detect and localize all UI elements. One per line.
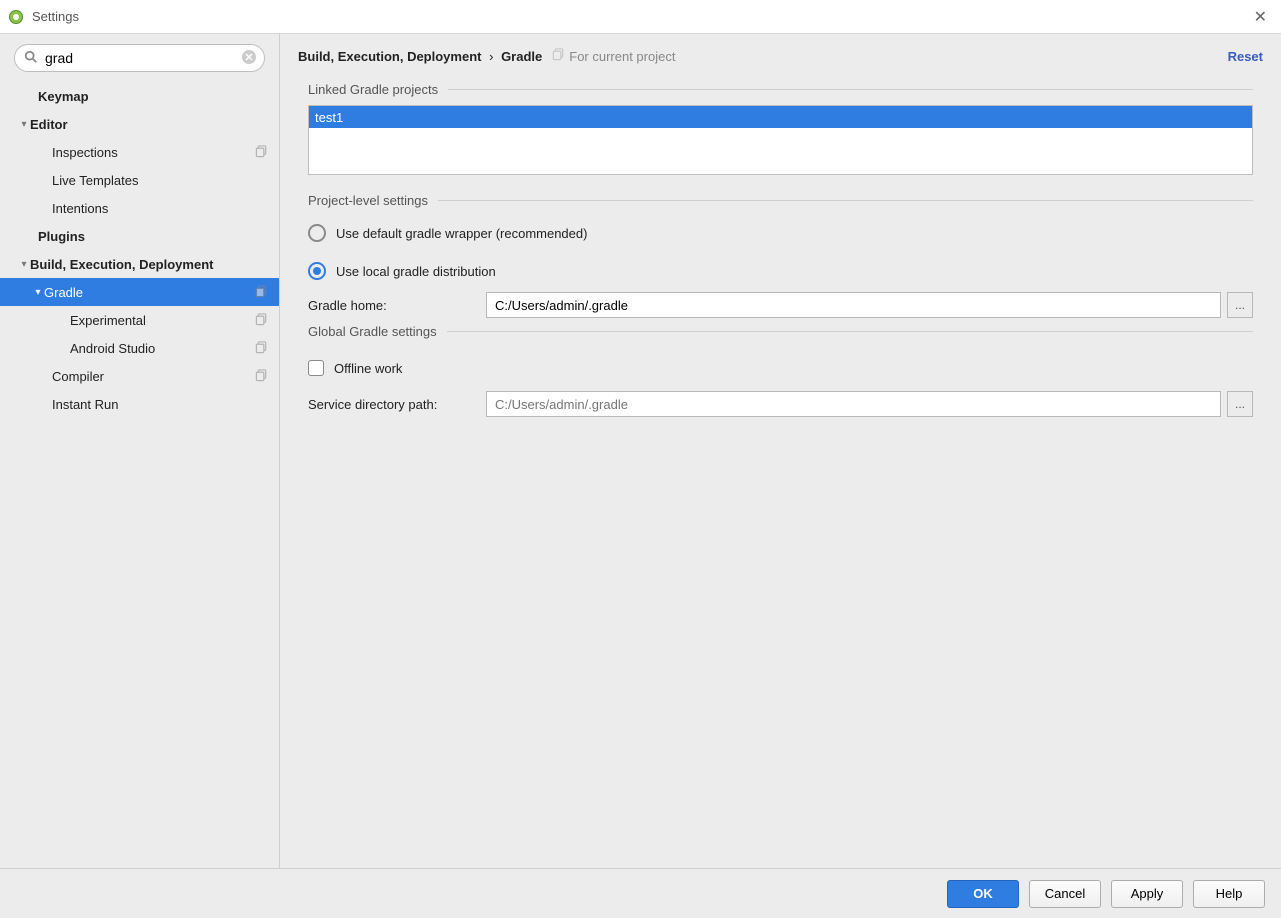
tree-item-label: Instant Run [52, 397, 279, 412]
service-dir-row: Service directory path: ... [308, 391, 1253, 417]
chevron-down-icon: ▾ [32, 287, 44, 298]
tree-item[interactable]: Instant Run [0, 390, 279, 418]
tree-item[interactable]: ▾Build, Execution, Deployment [0, 250, 279, 278]
titlebar: Settings ✕ [0, 0, 1281, 34]
section-rule [448, 89, 1253, 90]
service-dir-label: Service directory path: [308, 397, 486, 412]
checkbox-icon [308, 360, 324, 376]
tree-item-label: Gradle [44, 285, 255, 300]
tree-item-label: Inspections [52, 145, 255, 160]
search-wrap [14, 44, 265, 72]
offline-work-checkbox[interactable]: Offline work [308, 351, 1253, 385]
browse-button[interactable]: ... [1227, 391, 1253, 417]
chevron-down-icon: ▾ [18, 259, 30, 270]
scope-text: For current project [569, 49, 675, 64]
tree-item-label: Compiler [52, 369, 255, 384]
tree-item[interactable]: Intentions [0, 194, 279, 222]
tree-item[interactable]: Android Studio [0, 334, 279, 362]
main-panel: Build, Execution, Deployment › Gradle Fo… [280, 34, 1281, 868]
radio-icon [308, 262, 326, 280]
tree-item[interactable]: Plugins [0, 222, 279, 250]
tree-item-label: Build, Execution, Deployment [30, 257, 279, 272]
gradle-home-row: Gradle home: ... [308, 292, 1253, 318]
section-rule [438, 200, 1253, 201]
header-row: Build, Execution, Deployment › Gradle Fo… [298, 48, 1263, 64]
copy-icon [552, 48, 565, 64]
tree-item[interactable]: Inspections [0, 138, 279, 166]
footer: OK Cancel Apply Help [0, 868, 1281, 918]
apply-button[interactable]: Apply [1111, 880, 1183, 908]
section-label: Linked Gradle projects [308, 82, 438, 97]
section-label: Global Gradle settings [308, 324, 437, 339]
breadcrumb-sep: › [489, 49, 493, 64]
copy-icon [255, 313, 269, 327]
section-rule [447, 331, 1253, 332]
tree-item[interactable]: ▾Gradle [0, 278, 279, 306]
radio-label: Use local gradle distribution [336, 264, 496, 279]
copy-icon [255, 285, 269, 299]
section-label: Project-level settings [308, 193, 428, 208]
reset-link[interactable]: Reset [1228, 49, 1263, 64]
radio-default-wrapper[interactable]: Use default gradle wrapper (recommended) [308, 216, 1253, 250]
radio-label: Use default gradle wrapper (recommended) [336, 226, 587, 241]
app-icon [8, 9, 24, 25]
copy-icon [255, 369, 269, 383]
section-linked-projects-head: Linked Gradle projects [308, 82, 1253, 97]
radio-icon [308, 224, 326, 242]
tree-item[interactable]: ▾Editor [0, 110, 279, 138]
cancel-button[interactable]: Cancel [1029, 880, 1101, 908]
browse-button[interactable]: ... [1227, 292, 1253, 318]
tree-item[interactable]: Keymap [0, 82, 279, 110]
gradle-home-input[interactable] [486, 292, 1221, 318]
tree-item[interactable]: Experimental [0, 306, 279, 334]
breadcrumb-part-2: Gradle [501, 49, 542, 64]
body: Keymap▾EditorInspectionsLive TemplatesIn… [0, 34, 1281, 868]
close-icon[interactable]: ✕ [1248, 7, 1273, 27]
service-dir-input[interactable] [486, 391, 1221, 417]
tree-item-label: Keymap [38, 89, 279, 104]
tree-item-label: Android Studio [70, 341, 255, 356]
copy-icon [255, 341, 269, 355]
window-title: Settings [32, 9, 1248, 24]
section-project-level-head: Project-level settings [308, 193, 1253, 208]
tree-item-label: Plugins [38, 229, 279, 244]
global-form: Offline work Service directory path: ... [298, 347, 1263, 427]
checkbox-label: Offline work [334, 361, 402, 376]
sidebar: Keymap▾EditorInspectionsLive TemplatesIn… [0, 34, 280, 868]
tree-item-label: Editor [30, 117, 279, 132]
search-input[interactable] [14, 44, 265, 72]
tree-item-label: Experimental [70, 313, 255, 328]
tree-item[interactable]: Live Templates [0, 166, 279, 194]
tree-item[interactable]: Compiler [0, 362, 279, 390]
section-global-head: Global Gradle settings [308, 324, 1253, 339]
project-level-form: Use default gradle wrapper (recommended)… [298, 216, 1263, 328]
chevron-down-icon: ▾ [18, 119, 30, 130]
help-button[interactable]: Help [1193, 880, 1265, 908]
breadcrumb: Build, Execution, Deployment › Gradle [298, 49, 542, 64]
tree-item-label: Live Templates [52, 173, 279, 188]
search-icon [24, 50, 38, 64]
copy-icon [255, 145, 269, 159]
breadcrumb-part-1: Build, Execution, Deployment [298, 49, 481, 64]
gradle-home-label: Gradle home: [308, 298, 486, 313]
ok-button[interactable]: OK [947, 880, 1019, 908]
tree-item-label: Intentions [52, 201, 279, 216]
linked-projects-list[interactable]: test1 [308, 105, 1253, 175]
project-item[interactable]: test1 [309, 106, 1252, 128]
clear-icon[interactable] [241, 49, 257, 65]
settings-tree: Keymap▾EditorInspectionsLive TemplatesIn… [0, 82, 279, 418]
radio-local-distribution[interactable]: Use local gradle distribution [308, 254, 1253, 288]
